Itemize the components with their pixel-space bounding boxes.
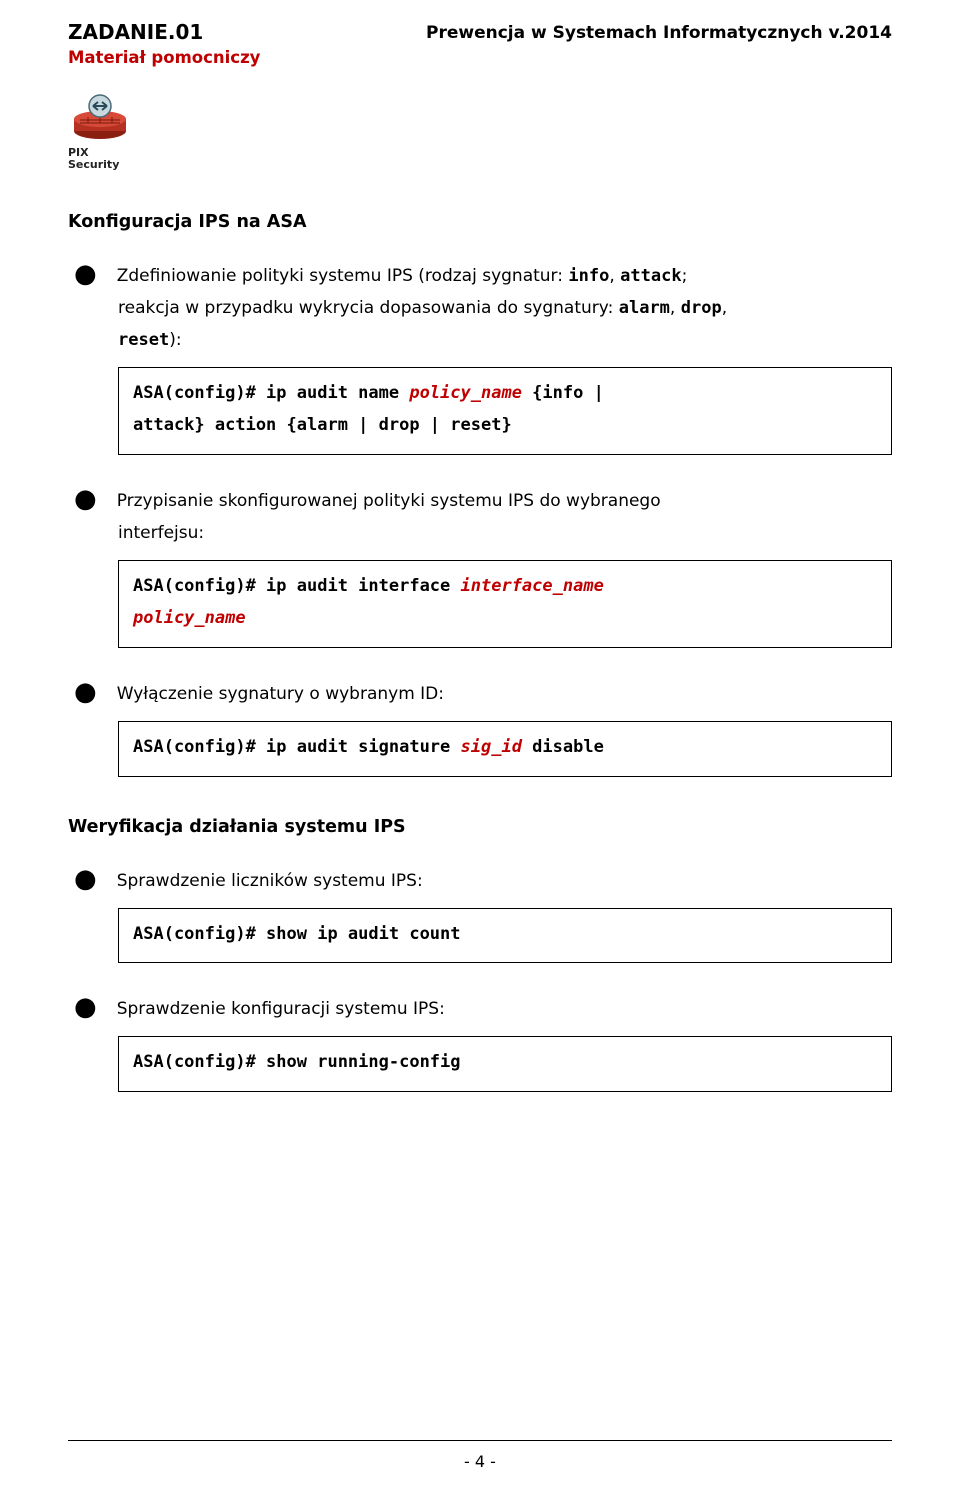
- code-block-1: ASA(config)# ip audit name policy_name {…: [118, 367, 892, 455]
- header-subtitle: Materiał pomocniczy: [68, 48, 892, 67]
- code-block-2: ASA(config)# ip audit interface interfac…: [118, 560, 892, 648]
- header-left: ZADANIE.01: [68, 20, 203, 44]
- pix-security-badge: PIX Security: [68, 93, 892, 170]
- bullet-3: ● Wyłączenie sygnatury o wybranym ID:: [68, 678, 892, 711]
- page-header: ZADANIE.01 Prewencja w Systemach Informa…: [68, 20, 892, 44]
- header-right: Prewencja w Systemach Informatycznych v.…: [426, 20, 892, 43]
- bullet-icon: ●: [68, 679, 117, 705]
- code-block-4: ASA(config)# show ip audit count: [118, 908, 892, 964]
- bullet-4: ● Sprawdzenie liczników systemu IPS:: [68, 865, 892, 898]
- bullet-icon: ●: [68, 261, 117, 287]
- bullet-3-text: Wyłączenie sygnatury o wybranym ID:: [117, 678, 444, 711]
- bullet-1: ● Zdefiniowanie polityki systemu IPS (ro…: [68, 260, 892, 293]
- bullet-5-text: Sprawdzenie konfiguracji systemu IPS:: [117, 993, 445, 1026]
- bullet-icon: ●: [68, 486, 117, 512]
- bullet-2-text: Przypisanie skonfigurowanej polityki sys…: [117, 485, 661, 518]
- pix-label: PIX Security: [68, 147, 892, 170]
- bullet-4-text: Sprawdzenie liczników systemu IPS:: [117, 865, 423, 898]
- bullet-2: ● Przypisanie skonfigurowanej polityki s…: [68, 485, 892, 518]
- bullet-icon: ●: [68, 994, 117, 1020]
- section-title: Konfiguracja IPS na ASA: [68, 212, 892, 232]
- verify-title: Weryfikacja działania systemu IPS: [68, 817, 892, 837]
- code-block-5: ASA(config)# show running-config: [118, 1036, 892, 1092]
- bullet-1-text: Zdefiniowanie polityki systemu IPS (rodz…: [117, 260, 688, 293]
- firewall-icon: [68, 93, 132, 141]
- page-footer: - 4 -: [0, 1452, 960, 1471]
- footer-rule: [68, 1440, 892, 1441]
- bullet-1-line2: reakcja w przypadku wykrycia dopasowania…: [118, 293, 892, 325]
- bullet-2-line2: interfejsu:: [118, 518, 892, 550]
- code-block-3: ASA(config)# ip audit signature sig_id d…: [118, 721, 892, 777]
- bullet-5: ● Sprawdzenie konfiguracji systemu IPS:: [68, 993, 892, 1026]
- page-number: - 4 -: [464, 1452, 496, 1471]
- bullet-icon: ●: [68, 866, 117, 892]
- bullet-1-line3: reset):: [118, 325, 892, 357]
